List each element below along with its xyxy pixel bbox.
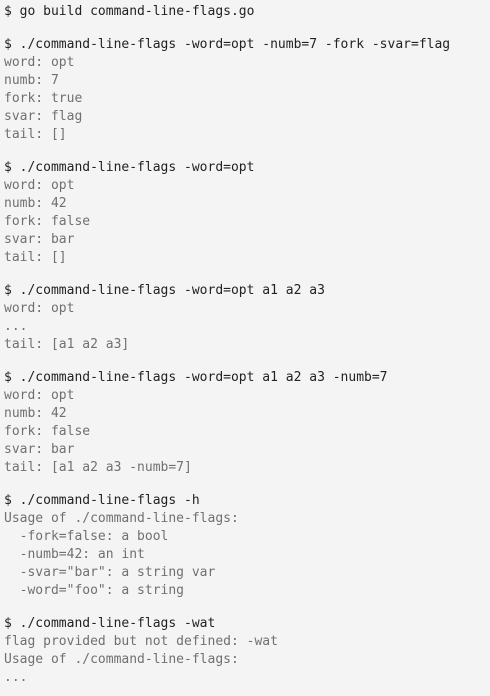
output-line: -svar="bar": a string var (4, 565, 216, 580)
command-line: $ ./command-line-flags -word=opt a1 a2 a… (4, 282, 486, 300)
prompt-symbol: $ (4, 37, 12, 52)
command-line: $ ./command-line-flags -h (4, 492, 486, 510)
command-text: ./command-line-flags -h (19, 493, 200, 508)
output-line: tail: [a1 a2 a3] (4, 337, 130, 352)
output-line: -word="foo": a string (4, 583, 185, 598)
output-line: svar: bar (4, 442, 75, 457)
command-line: $ ./command-line-flags -word=opt -numb=7… (4, 36, 486, 54)
output-line: numb: 42 (4, 406, 67, 421)
prompt-symbol: $ (4, 4, 12, 19)
output-line: tail: [] (4, 127, 67, 142)
output-line: fork: false (4, 424, 91, 439)
command-line: $ ./command-line-flags -wat (4, 615, 486, 633)
output-line: -numb=42: an int (4, 547, 145, 562)
output-line: word: opt (4, 301, 75, 316)
command-text: go build command-line-flags.go (19, 4, 255, 19)
output-line: flag provided but not defined: -wat (4, 634, 278, 649)
command-text: ./command-line-flags -word=opt (19, 160, 255, 175)
command-text: ./command-line-flags -word=opt a1 a2 a3 (19, 283, 325, 298)
output-line: fork: true (4, 91, 83, 106)
output-line: word: opt (4, 388, 75, 403)
output-line: numb: 42 (4, 196, 67, 211)
prompt-symbol: $ (4, 160, 12, 175)
terminal-output: $ go build command-line-flags.go $ ./com… (0, 0, 490, 696)
output-line: -fork=false: a bool (4, 529, 169, 544)
command-text: ./command-line-flags -word=opt a1 a2 a3 … (19, 370, 388, 385)
output-line: Usage of ./command-line-flags: (4, 511, 239, 526)
output-line: Usage of ./command-line-flags: (4, 652, 239, 667)
output-line: svar: flag (4, 109, 83, 124)
output-line: svar: bar (4, 232, 75, 247)
output-line: tail: [] (4, 250, 67, 265)
command-text: ./command-line-flags -word=opt -numb=7 -… (19, 37, 451, 52)
output-line: ... (4, 319, 28, 334)
output-line: ... (4, 670, 28, 685)
output-line: tail: [a1 a2 a3 -numb=7] (4, 460, 192, 475)
command-line: $ ./command-line-flags -word=opt a1 a2 a… (4, 369, 486, 387)
output-line: fork: false (4, 214, 91, 229)
prompt-symbol: $ (4, 493, 12, 508)
command-text: ./command-line-flags -wat (19, 616, 216, 631)
command-line: $ go build command-line-flags.go (4, 3, 486, 21)
output-line: word: opt (4, 55, 75, 70)
output-line: numb: 7 (4, 73, 59, 88)
command-line: $ ./command-line-flags -word=opt (4, 159, 486, 177)
prompt-symbol: $ (4, 370, 12, 385)
output-line: word: opt (4, 178, 75, 193)
prompt-symbol: $ (4, 283, 12, 298)
prompt-symbol: $ (4, 616, 12, 631)
